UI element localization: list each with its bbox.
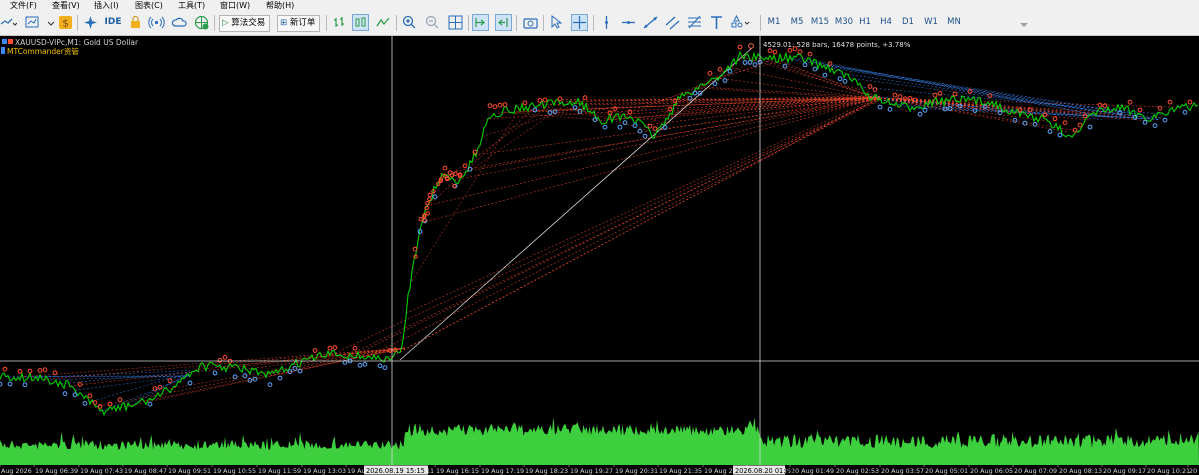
chart-window-dropdown-icon[interactable] (25, 14, 42, 31)
time-axis-label: 19 Aug 16:15 (436, 467, 479, 475)
timeframe-h1[interactable]: H1 (857, 15, 873, 30)
toolbar: $ IDE ▷ 算法交易 ⊞ 新订单 M1 M5 M15 M30 H1 H4 D… (0, 11, 1199, 36)
time-axis-label: 20 Aug 10:21 (1147, 467, 1190, 475)
indicator-label: MTCommander资管 (7, 46, 79, 56)
symbol-info-text: XAUUSD-VIPc,M1: Gold US Dollar (15, 38, 139, 47)
time-axis-label: 19 Aug 20:31 (615, 467, 658, 475)
menu-help[interactable]: 帮助(H) (266, 0, 294, 11)
market-globe-icon[interactable] (193, 14, 210, 31)
time-axis-label: 19 Aug 18:23 (525, 467, 568, 475)
new-order-button[interactable]: ⊞ 新订单 (277, 15, 321, 32)
time-axis-label: 20 Aug 01:49 (791, 467, 834, 475)
timeframe-m1[interactable]: M1 (764, 15, 784, 30)
menu-window[interactable]: 窗口(W) (220, 0, 250, 11)
time-axis-label: 19 Aug 19:27 (570, 467, 613, 475)
time-axis-label: 20 Aug 09:17 (1103, 467, 1146, 475)
play-icon: ▷ (222, 18, 229, 28)
timeframe-m15[interactable]: M15 (809, 15, 831, 30)
menu-tools[interactable]: 工具(T) (178, 0, 205, 11)
time-axis-label: 20 Aug 08:13 (1059, 467, 1102, 475)
navigator-icon[interactable] (82, 14, 99, 31)
zoom-in-icon[interactable] (401, 14, 418, 31)
time-axis-label: 20 Aug 02:53 (836, 467, 879, 475)
time-axis-label: 19 Aug 22 (704, 467, 737, 475)
vps-cloud-icon[interactable] (171, 14, 188, 31)
cursor-time-label-2: 2026.08.20 01:05 (735, 467, 794, 475)
time-axis-label: 19 Aug 13:03 (303, 467, 346, 475)
screenshot-icon[interactable] (522, 14, 539, 31)
fibonacci-icon[interactable] (686, 14, 703, 31)
svg-text:$: $ (62, 19, 68, 30)
time-axis-label: 19 Aug 17:19 (481, 467, 524, 475)
new-order-icon: ⊞ (280, 18, 288, 28)
auto-scroll-icon[interactable] (472, 14, 489, 31)
signal-icon[interactable] (148, 14, 165, 31)
tile-windows-icon[interactable] (447, 14, 464, 31)
line-chart-icon[interactable] (375, 14, 392, 31)
chart-shift-icon[interactable] (495, 14, 512, 31)
cursor-icon[interactable] (548, 14, 565, 31)
timeframe-d1[interactable]: D1 (900, 15, 916, 30)
time-axis-label: 20 Aug 06:05 (970, 467, 1013, 475)
time-axis-label: 19 Aug 11:59 (258, 467, 301, 475)
time-axis-label: 19 Aug 06:39 (35, 467, 78, 475)
time-axis-label: 20 Aug 05:01 (925, 467, 968, 475)
timeframe-m5[interactable]: M5 (787, 15, 807, 30)
time-axis-label: 20 Aug 03:57 (881, 467, 924, 475)
menu-charts[interactable]: 图表(C) (135, 0, 163, 11)
vertical-line-icon[interactable] (598, 14, 615, 31)
menu-insert[interactable]: 插入(I) (94, 0, 119, 11)
shapes-dropdown-icon[interactable] (730, 14, 750, 31)
algo-trading-label: 算法交易 (231, 18, 266, 28)
time-axis-label: Aug 2026 (1, 467, 32, 475)
crosshair-icon[interactable] (571, 14, 588, 31)
time-axis: Aug 2026 19 Aug 06:39 19 Aug 07:43 19 Aug 0… (0, 465, 1199, 475)
menu-bar: 文件(F) 查看(V) 插入(I) 图表(C) 工具(T) 窗口(W) 帮助(H… (0, 0, 1199, 11)
channel-icon[interactable] (664, 14, 681, 31)
timeframe-w1[interactable]: W1 (922, 15, 940, 30)
bar-chart-icon[interactable] (331, 14, 348, 31)
time-axis-label: 20 Aug 11 (1189, 467, 1199, 475)
horizontal-line-icon[interactable] (620, 14, 637, 31)
timeframe-mn[interactable]: MN (944, 15, 964, 30)
time-axis-label: 19 Aug 21:35 (659, 467, 702, 475)
line-chart-dropdown-icon[interactable] (0, 14, 18, 31)
candlestick-icon[interactable] (352, 14, 369, 31)
menu-view[interactable]: 查看(V) (52, 0, 80, 11)
dollar-icon[interactable]: $ (57, 14, 74, 31)
time-axis-label: 20 Aug 07:09 (1014, 467, 1057, 475)
timeframe-h4[interactable]: H4 (878, 15, 894, 30)
trendline-icon[interactable] (642, 14, 659, 31)
toolbar-overflow-icon[interactable] (1018, 20, 1030, 32)
text-tool-icon[interactable] (708, 14, 725, 31)
time-axis-label: 19 Aug 07:43 (80, 467, 123, 475)
lock-icon[interactable] (127, 14, 144, 31)
price-chart[interactable]: XAUUSD-VIPc,M1: Gold US Dollar MTCommand… (0, 36, 1199, 465)
time-axis-label: 19 Aug 08:47 (124, 467, 167, 475)
menu-file[interactable]: 文件(F) (10, 0, 37, 11)
new-order-label: 新订单 (289, 18, 316, 28)
measure-label: 4529.01: 528 bars, 16478 points, +3.78% (763, 41, 911, 49)
time-axis-label: 19 Aug 09:51 (168, 467, 211, 475)
zoom-out-icon[interactable] (424, 14, 441, 31)
time-axis-label: 19 Aug 10:55 (213, 467, 256, 475)
cursor-time-label: 2026.08.19 15:15 (366, 467, 425, 475)
algo-trading-button[interactable]: ▷ 算法交易 (219, 15, 271, 32)
timeframe-m30[interactable]: M30 (833, 15, 855, 30)
ide-button[interactable]: IDE (103, 14, 123, 31)
